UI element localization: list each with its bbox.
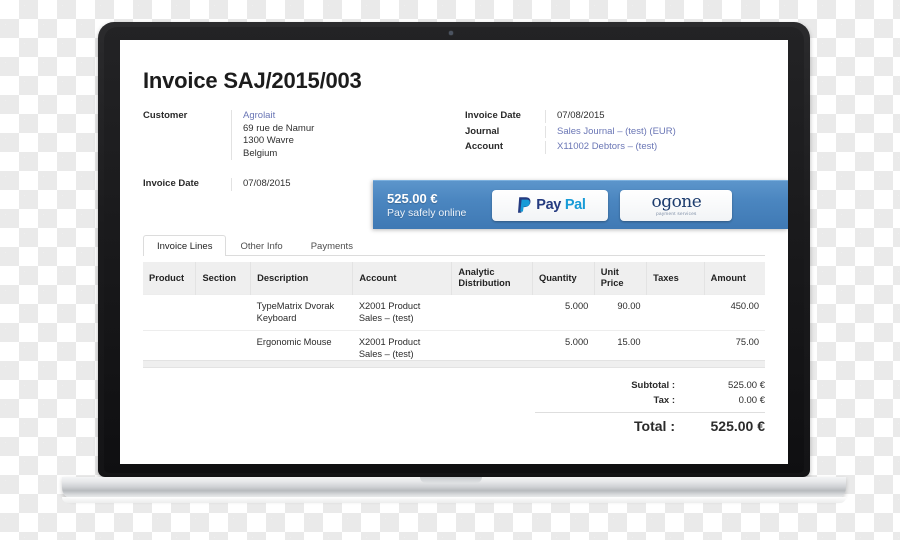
tab-other-info[interactable]: Other Info: [226, 235, 296, 256]
ogone-button[interactable]: ogone payment services: [620, 189, 733, 221]
totals-block: Subtotal : 525.00 € Tax : 0.00 € Total :…: [535, 378, 765, 436]
column-header-product[interactable]: Product: [143, 262, 197, 295]
journal-link[interactable]: Sales Journal – (test) (EUR): [557, 126, 765, 139]
webcam-icon: [449, 31, 453, 35]
invoice-date-value: 07/08/2015: [557, 110, 605, 121]
payment-banner: 525.00 € Pay safely online PayPal ogone: [373, 180, 788, 229]
tab-payments[interactable]: Payments: [297, 235, 367, 256]
column-header-amount[interactable]: Amount: [704, 262, 765, 295]
field-label: Invoice Date: [143, 178, 199, 189]
customer-country: Belgium: [243, 147, 278, 159]
tax-value: 0.00 €: [738, 395, 765, 406]
tab-invoice-lines[interactable]: Invoice Lines: [143, 235, 227, 256]
paypal-text-pay: Pay: [536, 197, 561, 213]
invoice-date-value: 07/08/2015: [243, 178, 291, 189]
table-row[interactable]: TypeMatrix Dvorak Keyboard X2001 Product…: [143, 294, 765, 331]
paypal-text-pal: Pal: [564, 197, 586, 213]
column-header-description[interactable]: Description: [250, 262, 354, 295]
cell-amount: 450.00: [704, 294, 765, 331]
cell-unit-price: 90.00: [594, 294, 647, 331]
payment-subtitle: Pay safely online: [387, 206, 467, 219]
ogone-tagline: payment services: [656, 210, 697, 216]
field-account: Account X11002 Debtors – (test): [465, 141, 765, 154]
field-value: X11002 Debtors – (test): [545, 141, 765, 154]
column-header-unit-price[interactable]: Unit Price: [594, 262, 648, 295]
invoice-page: Invoice SAJ/2015/003 Customer Agrolait 6…: [120, 40, 788, 464]
cell-description: TypeMatrix Dvorak Keyboard: [250, 294, 353, 331]
customer-name-link[interactable]: Agrolait: [243, 110, 383, 123]
cell-product: [143, 294, 196, 331]
total-label: Total :: [634, 418, 675, 434]
cell-section: [195, 294, 251, 331]
cell-quantity: 5.000: [532, 294, 595, 331]
field-label: Customer: [143, 110, 188, 121]
field-label: Journal: [465, 125, 500, 137]
column-header-analytic-distribution[interactable]: Analytic Distribution: [451, 262, 533, 295]
invoice-lines-table: Product Section Description Account Anal…: [143, 262, 765, 367]
column-header-account[interactable]: Account: [352, 262, 453, 295]
field-value: Agrolait 69 rue de Namur 1300 Wavre Belg…: [231, 110, 383, 160]
field-customer: Customer Agrolait 69 rue de Namur 1300 W…: [143, 110, 383, 160]
field-value: 07/08/2015: [545, 110, 765, 123]
field-journal: Journal Sales Journal – (test) (EUR): [465, 125, 765, 139]
column-header-section[interactable]: Section: [195, 262, 252, 295]
invoice-date-block-left: Invoice Date 07/08/2015: [143, 178, 383, 194]
ogone-logo: ogone payment services: [651, 191, 702, 217]
field-invoice-date-left: Invoice Date 07/08/2015: [143, 178, 383, 191]
customer-block: Customer Agrolait 69 rue de Namur 1300 W…: [143, 110, 383, 163]
tab-bar: Invoice Lines Other Info Payments: [143, 233, 765, 256]
page-title: Invoice SAJ/2015/003: [143, 68, 362, 93]
laptop-mockup: Invoice SAJ/2015/003 Customer Agrolait 6…: [0, 0, 900, 540]
payment-amount-block: 525.00 € Pay safely online: [387, 191, 466, 220]
field-invoice-date: Invoice Date 07/08/2015: [465, 110, 765, 123]
totals-row-tax: Tax : 0.00 €: [535, 393, 765, 408]
cell-account: X2001 Product Sales – (test): [352, 294, 452, 331]
field-value: Sales Journal – (test) (EUR): [545, 125, 765, 139]
table-header-row: Product Section Description Account Anal…: [143, 262, 765, 295]
laptop-screen: Invoice SAJ/2015/003 Customer Agrolait 6…: [120, 40, 788, 464]
column-header-taxes[interactable]: Taxes: [646, 262, 705, 295]
cell-analytic: [451, 294, 533, 331]
table-footer-bar: [143, 360, 765, 368]
payment-amount: 525.00 €: [387, 190, 438, 206]
field-value: 07/08/2015: [231, 178, 383, 191]
customer-city: 1300 Wavre: [243, 135, 294, 146]
ogone-brand: ogone: [651, 191, 702, 212]
tax-label: Tax :: [653, 395, 675, 406]
paypal-logo: Pay Pal: [515, 196, 586, 215]
invoice-meta-block: Invoice Date 07/08/2015 Journal Sales Jo…: [465, 110, 765, 157]
column-header-quantity[interactable]: Quantity: [532, 262, 595, 295]
field-label: Account: [465, 141, 503, 152]
totals-row-subtotal: Subtotal : 525.00 €: [535, 378, 765, 393]
subtotal-value: 525.00 €: [728, 380, 765, 391]
totals-row-total: Total : 525.00 €: [535, 412, 765, 436]
field-label: Invoice Date: [465, 110, 521, 121]
account-link[interactable]: X11002 Debtors – (test): [557, 141, 765, 154]
laptop-base-shadow: [62, 497, 846, 503]
paypal-mark-icon: [518, 196, 531, 213]
customer-street: 69 rue de Namur: [243, 122, 315, 134]
paypal-button[interactable]: Pay Pal: [492, 189, 609, 221]
table-header: Product Section Description Account Anal…: [143, 262, 765, 295]
laptop-base-notch: [420, 477, 482, 483]
total-value: 525.00 €: [710, 418, 766, 434]
subtotal-label: Subtotal :: [631, 380, 675, 391]
cell-taxes: [646, 294, 705, 331]
table-body: TypeMatrix Dvorak Keyboard X2001 Product…: [143, 294, 765, 367]
